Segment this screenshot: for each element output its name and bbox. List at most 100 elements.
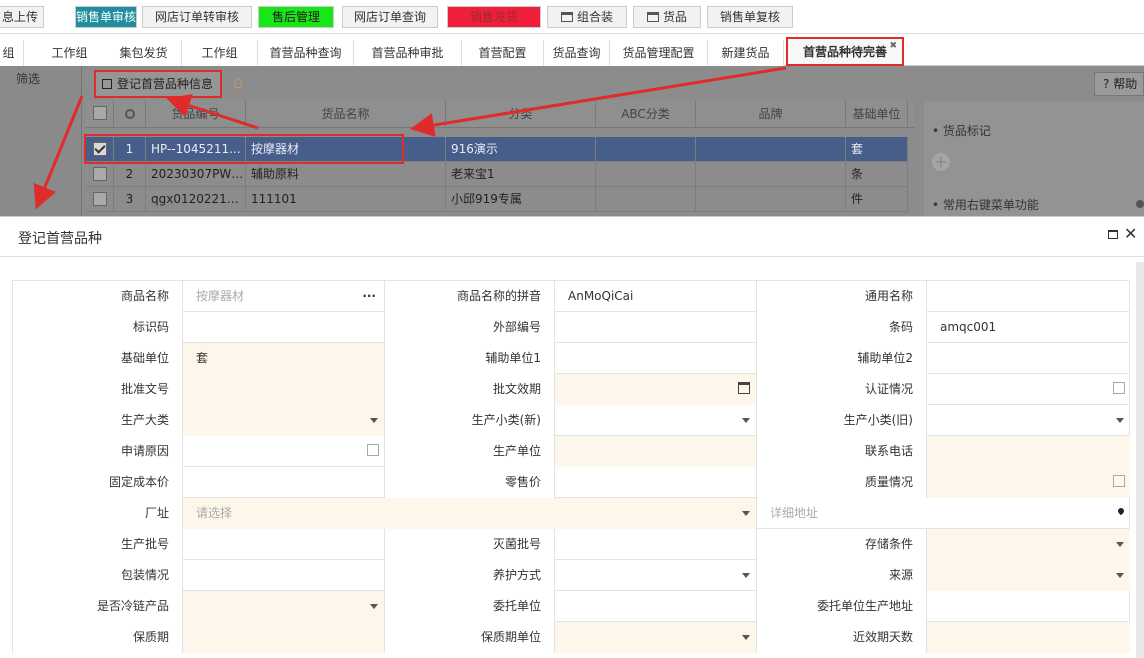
- maximize-icon[interactable]: [1108, 230, 1118, 239]
- chevron-down-icon[interactable]: [742, 573, 750, 578]
- field-input[interactable]: [554, 529, 756, 560]
- top-tab-7[interactable]: 货品: [633, 6, 701, 28]
- field-input[interactable]: [554, 622, 756, 653]
- field-input[interactable]: [926, 405, 1130, 436]
- chevron-down-icon[interactable]: [1116, 418, 1124, 423]
- field-input[interactable]: [554, 560, 756, 591]
- col-header-unit[interactable]: 基础单位: [846, 100, 908, 128]
- scrollbar[interactable]: [1136, 262, 1144, 658]
- field-label: 保质期单位: [384, 622, 554, 653]
- sub-tab-7[interactable]: 货品查询: [544, 40, 610, 66]
- sub-tab-0[interactable]: 组: [0, 40, 24, 66]
- col-header-brand[interactable]: 品牌: [696, 100, 846, 128]
- field-input[interactable]: [554, 343, 756, 374]
- chevron-down-icon[interactable]: [1116, 542, 1124, 547]
- edit-icon[interactable]: [367, 444, 379, 456]
- help-button[interactable]: ? 帮助: [1094, 72, 1144, 96]
- field-input[interactable]: AnMoQiCai: [554, 281, 756, 312]
- top-tab-0[interactable]: 息上传: [0, 6, 44, 28]
- field-input[interactable]: [554, 312, 756, 343]
- field-input[interactable]: [926, 343, 1130, 374]
- select-all-checkbox[interactable]: [93, 106, 107, 120]
- field-input[interactable]: [554, 436, 756, 467]
- top-tab-2[interactable]: 网店订单转审核: [142, 6, 252, 28]
- row-checkbox[interactable]: [93, 192, 107, 206]
- field-input[interactable]: [926, 560, 1130, 591]
- col-header-abc[interactable]: ABC分类: [596, 100, 696, 128]
- edit-icon[interactable]: [1113, 382, 1125, 394]
- chevron-down-icon[interactable]: [742, 418, 750, 423]
- filter-label[interactable]: 筛选: [16, 70, 40, 87]
- field-input[interactable]: [554, 374, 756, 405]
- gear-icon[interactable]: [1136, 200, 1144, 208]
- row-check-cell[interactable]: [86, 187, 114, 212]
- top-tab-6[interactable]: 组合装: [547, 6, 627, 28]
- table-row[interactable]: 2 20230307PWJ... 辅助原料 老来宝1 条: [86, 162, 914, 187]
- field-input[interactable]: [926, 622, 1130, 653]
- goods-tag-item[interactable]: • 货品标记: [932, 122, 991, 139]
- top-tab-1[interactable]: 销售单审核: [75, 6, 137, 28]
- field-input[interactable]: [926, 529, 1130, 560]
- sub-tab-4[interactable]: 首营品种查询: [258, 40, 354, 66]
- field-input[interactable]: 详细地址: [756, 498, 1130, 529]
- sub-tab-2[interactable]: 集包发货: [106, 40, 182, 66]
- chevron-down-icon[interactable]: [742, 635, 750, 640]
- field-input[interactable]: [182, 560, 384, 591]
- add-icon[interactable]: +: [932, 153, 950, 171]
- sub-tab-9[interactable]: 新建货品: [708, 40, 784, 66]
- more-icon[interactable]: ···: [362, 281, 376, 311]
- field-input[interactable]: 按摩器材 ···: [182, 281, 384, 312]
- edit-icon[interactable]: [1113, 475, 1125, 487]
- top-tab-4[interactable]: 网店订单查询: [342, 6, 438, 28]
- sub-tab-6[interactable]: 首营配置: [462, 40, 544, 66]
- select-all-header[interactable]: [86, 100, 114, 128]
- row-check-cell[interactable]: [86, 162, 114, 187]
- field-input[interactable]: 请选择: [182, 498, 756, 529]
- field-input[interactable]: [182, 374, 384, 405]
- field-input[interactable]: [554, 591, 756, 622]
- field-input[interactable]: [182, 529, 384, 560]
- top-tab-5[interactable]: 销售发货: [447, 6, 541, 28]
- chevron-down-icon[interactable]: [742, 511, 750, 516]
- sub-tab-1[interactable]: 工作组: [24, 40, 116, 66]
- row-checkbox[interactable]: [93, 167, 107, 181]
- chevron-down-icon[interactable]: [1116, 573, 1124, 578]
- chevron-down-icon[interactable]: [370, 418, 378, 423]
- grid-settings-header[interactable]: [114, 100, 146, 128]
- sub-tab-5[interactable]: 首营品种审批: [354, 40, 462, 66]
- field-input[interactable]: [554, 405, 756, 436]
- field-input[interactable]: [926, 436, 1130, 467]
- sub-tab-3[interactable]: 工作组: [182, 40, 258, 66]
- chevron-down-icon[interactable]: [370, 604, 378, 609]
- field-input[interactable]: [182, 622, 384, 653]
- field-input[interactable]: [182, 312, 384, 343]
- field-input[interactable]: [926, 467, 1130, 498]
- tab-close-icon[interactable]: ✖: [889, 39, 897, 59]
- field-input[interactable]: [182, 467, 384, 498]
- location-pin-icon[interactable]: [1116, 506, 1126, 516]
- col-header-category[interactable]: 分类: [446, 100, 596, 128]
- col-header-name[interactable]: 货品名称: [246, 100, 446, 128]
- sub-tab-8[interactable]: 货品管理配置: [610, 40, 708, 66]
- lightbulb-icon[interactable]: [234, 78, 242, 88]
- close-icon[interactable]: ✕: [1124, 224, 1137, 243]
- top-tab-8[interactable]: 销售单复核: [707, 6, 793, 28]
- context-menu-item[interactable]: • 常用右键菜单功能: [932, 196, 1039, 213]
- field-input[interactable]: [182, 405, 384, 436]
- register-first-variety-button[interactable]: 登记首营品种信息: [94, 70, 222, 98]
- gear-icon[interactable]: [124, 109, 135, 119]
- sub-tab-label: 货品查询: [552, 46, 601, 60]
- table-row[interactable]: 3 qgx0120221x... 111101 小邱919专属 件: [86, 187, 914, 212]
- field-input[interactable]: [182, 436, 384, 467]
- field-input[interactable]: [182, 591, 384, 622]
- field-input[interactable]: [554, 467, 756, 498]
- col-header-code[interactable]: 货品编号: [146, 100, 246, 128]
- calendar-icon[interactable]: [738, 382, 750, 394]
- field-input[interactable]: [926, 281, 1130, 312]
- field-input[interactable]: [926, 374, 1130, 405]
- field-input[interactable]: [926, 591, 1130, 622]
- field-input[interactable]: 套: [182, 343, 384, 374]
- field-input[interactable]: amqc001: [926, 312, 1130, 343]
- sub-tab-10[interactable]: 首营品种待完善 ✖: [786, 37, 904, 66]
- top-tab-3[interactable]: 售后管理: [258, 6, 334, 28]
